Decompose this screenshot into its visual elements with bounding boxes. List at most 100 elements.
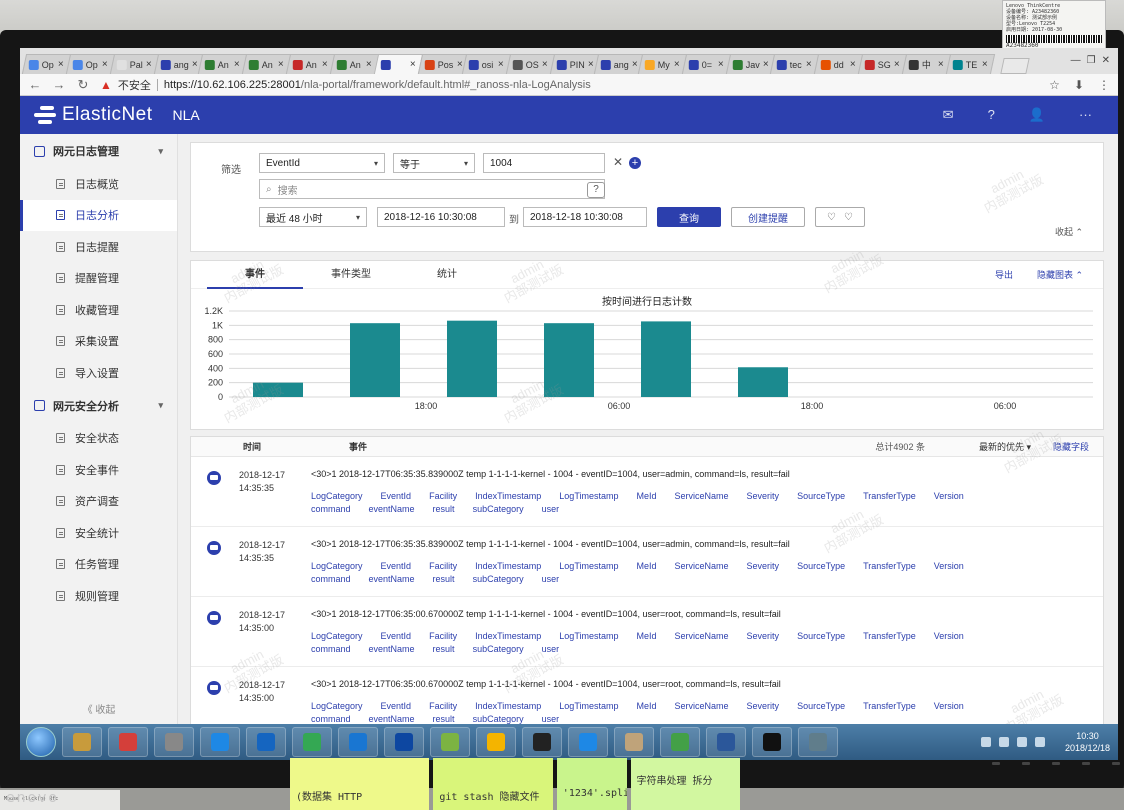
tray-shield-icon[interactable]: [998, 737, 1009, 747]
tab-close-icon[interactable]: ×: [938, 59, 944, 70]
restore-icon[interactable]: ❐: [1087, 55, 1096, 66]
more-icon[interactable]: ···: [1079, 107, 1092, 123]
tab-close-icon[interactable]: ×: [146, 59, 152, 70]
event-field-link[interactable]: subCategory: [473, 574, 524, 584]
remove-condition-icon[interactable]: ✕: [613, 155, 623, 169]
event-field-link[interactable]: result: [433, 644, 455, 654]
event-field-link[interactable]: result: [433, 574, 455, 584]
sidebar-item[interactable]: 采集设置: [20, 326, 177, 358]
browser-tab[interactable]: Op ×: [65, 54, 116, 74]
event-field-link[interactable]: command: [311, 714, 351, 724]
sidebar-item[interactable]: 规则管理: [20, 580, 177, 612]
tab-close-icon[interactable]: ×: [806, 59, 812, 70]
event-field-link[interactable]: subCategory: [473, 644, 524, 654]
event-field-link[interactable]: LogTimestamp: [559, 491, 618, 501]
tab-events[interactable]: 事件: [207, 261, 303, 289]
close-window-icon[interactable]: ✕: [1102, 55, 1110, 66]
event-field-link[interactable]: LogTimestamp: [559, 701, 618, 711]
tab-close-icon[interactable]: ×: [542, 59, 548, 70]
sidebar-item[interactable]: 提醒管理: [20, 263, 177, 295]
user-icon[interactable]: 👤: [1029, 107, 1045, 123]
browser-tab[interactable]: Pos ×: [417, 54, 468, 74]
new-tab-button[interactable]: [1000, 58, 1030, 74]
event-field-link[interactable]: command: [311, 574, 351, 584]
event-field-link[interactable]: MeId: [637, 631, 657, 641]
event-field-link[interactable]: EventId: [381, 561, 412, 571]
event-field-link[interactable]: Facility: [429, 631, 457, 641]
browser-tab[interactable]: Op ×: [21, 54, 72, 74]
tab-close-icon[interactable]: ×: [718, 59, 724, 70]
event-field-link[interactable]: subCategory: [473, 504, 524, 514]
sort-select[interactable]: 最新的优先 ▾: [979, 440, 1031, 453]
browser-tab[interactable]: dd ×: [813, 54, 864, 74]
operator-select[interactable]: 等于 ▾: [393, 153, 475, 173]
browser-tab[interactable]: SG ×: [857, 54, 908, 74]
browser-tab[interactable]: An ×: [241, 54, 292, 74]
event-field-link[interactable]: result: [433, 714, 455, 724]
taskbar-app-button[interactable]: [246, 727, 286, 757]
nav-group-log-management[interactable]: 网元日志管理 ▾: [20, 134, 177, 168]
event-field-link[interactable]: SourceType: [797, 561, 845, 571]
event-field-link[interactable]: result: [433, 504, 455, 514]
event-detail-icon[interactable]: [207, 681, 221, 695]
field-select[interactable]: EventId ▾: [259, 153, 385, 173]
taskbar-app-button[interactable]: [476, 727, 516, 757]
extension-icon[interactable]: ⬇: [1074, 78, 1084, 92]
event-field-link[interactable]: ServiceName: [675, 701, 729, 711]
filter-collapse-button[interactable]: 收起 ⌃: [1055, 225, 1083, 238]
event-row[interactable]: 2018-12-17 14:35:35 <30>1 2018-12-17T06:35…: [191, 527, 1103, 597]
star-icon[interactable]: ☆: [1049, 78, 1060, 92]
tab-close-icon[interactable]: ×: [763, 59, 769, 70]
event-field-link[interactable]: LogCategory: [311, 631, 363, 641]
start-time-input[interactable]: 2018-12-16 10:30:08: [377, 207, 505, 227]
event-field-link[interactable]: TransferType: [863, 701, 916, 711]
forward-arrow-icon[interactable]: →: [52, 77, 66, 92]
browser-tab[interactable]: PIN ×: [549, 54, 600, 74]
event-field-link[interactable]: Version: [934, 491, 964, 501]
event-field-link[interactable]: Version: [934, 561, 964, 571]
event-field-link[interactable]: eventName: [369, 504, 415, 514]
hide-fields-button[interactable]: 隐藏字段: [1053, 440, 1089, 453]
event-row[interactable]: 2018-12-17 14:35:00 <30>1 2018-12-17T06:35…: [191, 597, 1103, 667]
tab-close-icon[interactable]: ×: [674, 59, 680, 70]
event-field-link[interactable]: Facility: [429, 491, 457, 501]
event-field-link[interactable]: Facility: [429, 561, 457, 571]
sidebar-item[interactable]: 日志提醒: [20, 231, 177, 263]
event-field-link[interactable]: LogCategory: [311, 701, 363, 711]
tab-close-icon[interactable]: ×: [894, 59, 900, 70]
tab-close-icon[interactable]: ×: [366, 59, 372, 70]
tab-close-icon[interactable]: ×: [982, 59, 988, 70]
event-field-link[interactable]: MeId: [637, 701, 657, 711]
tray-app-icon[interactable]: [1034, 737, 1045, 747]
tab-close-icon[interactable]: ×: [850, 59, 856, 70]
event-detail-icon[interactable]: [207, 611, 221, 625]
tab-close-icon[interactable]: ×: [322, 59, 328, 70]
taskbar-app-button[interactable]: [384, 727, 424, 757]
event-field-link[interactable]: user: [542, 574, 560, 584]
time-range-select[interactable]: 最近 48 小时 ▾: [259, 207, 367, 227]
taskbar-app-button[interactable]: [292, 727, 332, 757]
browser-tab[interactable]: An ×: [197, 54, 248, 74]
event-detail-icon[interactable]: [207, 471, 221, 485]
event-field-link[interactable]: LogCategory: [311, 561, 363, 571]
event-field-link[interactable]: EventId: [381, 631, 412, 641]
sidebar-item[interactable]: 收藏管理: [20, 294, 177, 326]
taskbar-app-button[interactable]: [200, 727, 240, 757]
event-row[interactable]: 2018-12-17 14:35:00 <30>1 2018-12-17T06:35…: [191, 667, 1103, 724]
taskbar-app-button[interactable]: [108, 727, 148, 757]
favorites-list-icon[interactable]: ♡: [844, 212, 853, 223]
event-field-link[interactable]: TransferType: [863, 491, 916, 501]
event-field-link[interactable]: LogTimestamp: [559, 631, 618, 641]
taskbar-app-button[interactable]: [752, 727, 792, 757]
event-field-link[interactable]: TransferType: [863, 561, 916, 571]
tab-close-icon[interactable]: ×: [588, 59, 594, 70]
browser-tab[interactable]: Pal ×: [109, 54, 160, 74]
query-button[interactable]: 查询: [657, 207, 721, 227]
nav-group-security-analysis[interactable]: 网元安全分析 ▾: [20, 389, 177, 423]
tab-close-icon[interactable]: ×: [632, 59, 638, 70]
tab-close-icon[interactable]: ×: [192, 59, 198, 70]
event-field-link[interactable]: ServiceName: [675, 491, 729, 501]
event-field-link[interactable]: user: [542, 714, 560, 724]
create-alert-button[interactable]: 创建提醒: [731, 207, 805, 227]
event-field-link[interactable]: user: [542, 504, 560, 514]
